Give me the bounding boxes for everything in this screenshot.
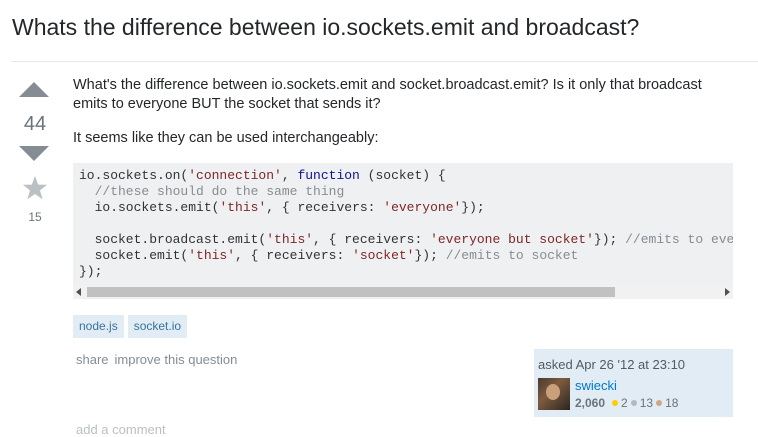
tag-socketio[interactable]: socket.io xyxy=(127,315,188,338)
asked-timestamp: asked Apr 26 '12 at 23:10 xyxy=(538,357,686,372)
star-icon[interactable] xyxy=(22,175,48,201)
question-title[interactable]: Whats the difference between io.sockets.… xyxy=(12,14,639,41)
vote-count: 44 xyxy=(23,113,47,135)
arrow-left-icon[interactable] xyxy=(76,288,81,296)
bronze-badge-count: 18 xyxy=(665,396,679,410)
post-menu: share improve this question xyxy=(76,352,243,367)
scrollbar-thumb[interactable] xyxy=(87,287,615,297)
question-paragraph-1: What's the difference between io.sockets… xyxy=(73,77,702,112)
owner-card: asked Apr 26 '12 at 23:10 swiecki 2,060 2… xyxy=(534,349,733,417)
arrow-right-icon[interactable] xyxy=(725,288,730,296)
bronze-badge-icon xyxy=(656,400,663,406)
share-link[interactable]: share xyxy=(76,352,109,367)
downvote-icon[interactable] xyxy=(19,146,49,161)
tag-list: node.js socket.io xyxy=(73,315,191,338)
question-paragraph-2: It seems like they can be used interchan… xyxy=(73,130,379,146)
code-block: io.sockets.on('connection', function (so… xyxy=(73,163,733,299)
silver-badge-count: 13 xyxy=(639,396,654,410)
code-scrollbar[interactable] xyxy=(73,285,733,299)
user-reputation: 2,060 2 13 18 xyxy=(575,396,678,410)
upvote-icon[interactable] xyxy=(19,82,49,97)
gold-badge-icon xyxy=(612,400,619,406)
silver-badge-icon xyxy=(630,400,637,406)
reputation-score: 2,060 xyxy=(575,396,606,410)
user-name-link[interactable]: swiecki xyxy=(575,378,617,393)
title-divider xyxy=(12,61,758,62)
tag-nodejs[interactable]: node.js xyxy=(73,315,124,338)
add-comment-link[interactable]: add a comment xyxy=(76,422,166,437)
favorite-count: 15 xyxy=(28,210,42,224)
code-content: io.sockets.on('connection', function (so… xyxy=(79,168,733,279)
avatar[interactable] xyxy=(538,378,570,410)
gold-badge-count: 2 xyxy=(621,396,628,410)
improve-question-link[interactable]: improve this question xyxy=(115,352,238,367)
